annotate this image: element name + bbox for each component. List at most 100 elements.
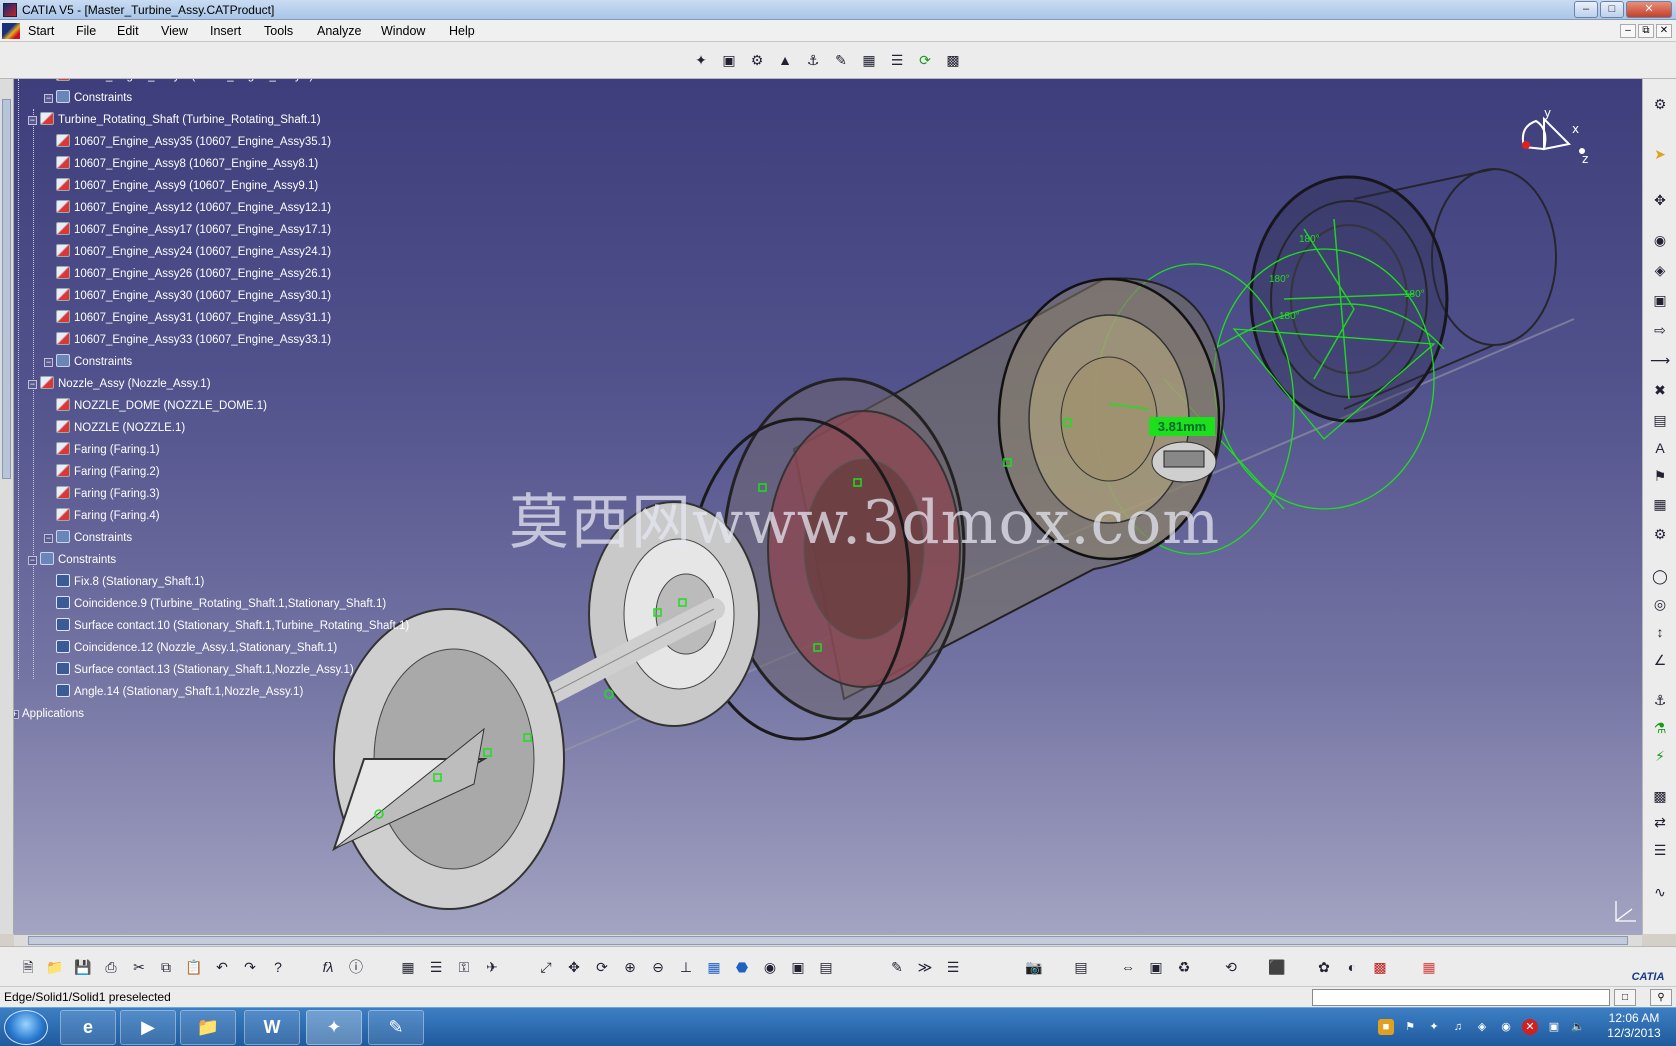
doc-minimize-button[interactable]: – — [1620, 24, 1636, 38]
tree-node[interactable]: 10607_Engine_Assy24 (10607_Engine_Assy24… — [56, 243, 331, 261]
tree-node[interactable]: Constraints — [56, 89, 132, 107]
minimize-button[interactable]: – — [1574, 1, 1598, 18]
tree-node[interactable]: 10607_Engine_Assy17 (10607_Engine_Assy17… — [56, 221, 331, 239]
tree-node[interactable]: 10607_Engine_Assy8 (10607_Engine_Assy8.1… — [56, 155, 318, 173]
doc-close-button[interactable]: ✕ — [1656, 24, 1672, 38]
manipulation-icon[interactable]: ✥ — [1649, 189, 1671, 211]
redo-icon[interactable]: ↷ — [239, 956, 261, 978]
doc-restore-button[interactable]: ⧉ — [1638, 24, 1654, 38]
tree-expander[interactable]: − — [44, 358, 53, 367]
tree-node[interactable]: 10607_Engine_Assy31 (10607_Engine_Assy31… — [56, 309, 331, 327]
tree-node[interactable]: 10607_Engine_Assy26 (10607_Engine_Assy26… — [56, 265, 331, 283]
draw-icon[interactable]: ✎ — [886, 956, 908, 978]
search-icon[interactable]: ⚲ — [1650, 989, 1672, 1006]
snap-icon[interactable]: ◈ — [1649, 259, 1671, 281]
tree-scrollbar[interactable] — [0, 79, 14, 934]
apply-material-icon[interactable]: ⬛ — [1266, 956, 1288, 978]
copy-icon[interactable]: ⧉ — [155, 956, 177, 978]
rotate-icon[interactable]: ⟳ — [591, 956, 613, 978]
menu-insert[interactable]: Insert — [210, 24, 241, 38]
knowledge-icon[interactable]: ⓘ — [345, 956, 367, 978]
tree-expander[interactable]: − — [28, 556, 37, 565]
quick-constraint-icon[interactable]: ⚡ — [1649, 745, 1671, 767]
tree-expander[interactable]: − — [44, 94, 53, 103]
menu-window[interactable]: Window — [381, 24, 425, 38]
menu-edit[interactable]: Edit — [117, 24, 139, 38]
tray-flag-icon[interactable]: ⚑ — [1402, 1019, 1418, 1035]
tree-node[interactable]: Faring (Faring.4) — [56, 507, 160, 525]
hierarchy-icon[interactable]: ☰ — [425, 956, 447, 978]
tray-bluetooth-icon[interactable]: ✦ — [1426, 1019, 1442, 1035]
table-icon[interactable]: ▦ — [397, 956, 419, 978]
tree-node[interactable]: Fix.8 (Stationary_Shaft.1) — [56, 573, 204, 591]
normal-view-icon[interactable]: ⊥ — [675, 956, 697, 978]
tree-expander[interactable]: + — [14, 710, 19, 719]
lock-icon[interactable]: ⚿ — [453, 956, 475, 978]
explode-icon[interactable]: ◉ — [1649, 229, 1671, 251]
whats-this-icon[interactable]: ? — [267, 956, 289, 978]
system-clock[interactable]: 12:06 AM 12/3/2013 — [1600, 1011, 1668, 1041]
move-icon[interactable]: ⟶ — [1649, 349, 1671, 371]
tree-node[interactable]: Faring (Faring.2) — [56, 463, 160, 481]
menu-file[interactable]: File — [76, 24, 96, 38]
sketch-icon[interactable]: ☰ — [942, 956, 964, 978]
hide-show-icon[interactable]: ▣ — [787, 956, 809, 978]
graph-tree-icon[interactable]: ▦ — [858, 49, 880, 71]
tray-security-icon[interactable]: ◈ — [1474, 1019, 1490, 1035]
tree-node[interactable]: 10607_Engine_Assy33 (10607_Engine_Assy33… — [56, 331, 331, 349]
tree-node[interactable]: Coincidence.12 (Nozzle_Assy.1,Stationary… — [56, 639, 337, 657]
smart-move-icon[interactable]: ⇨ — [1649, 319, 1671, 341]
select-arrow-icon[interactable]: ➤ — [1649, 143, 1671, 165]
menu-tools[interactable]: Tools — [264, 24, 293, 38]
tree-node[interactable]: Constraints — [40, 551, 116, 569]
tray-display-icon[interactable]: ▣ — [1546, 1019, 1562, 1035]
fit-all-icon[interactable]: ⤢ — [535, 956, 557, 978]
tree-node[interactable]: Turbine_Rotating_Shaft (Turbine_Rotating… — [40, 111, 321, 129]
cut-icon[interactable]: ✂ — [128, 956, 150, 978]
tree-node[interactable]: 10607_Engine_Assy9 (10607_Engine_Assy9.1… — [56, 177, 318, 195]
tree-node[interactable]: Angle.14 (Stationary_Shaft.1,Nozzle_Assy… — [56, 683, 303, 701]
catia-logo-icon[interactable] — [2, 23, 20, 39]
texture-icon[interactable]: ◐ — [1341, 956, 1363, 978]
change-constraint-icon[interactable]: ⇄ — [1649, 811, 1671, 833]
annotation-icon[interactable]: ≫ — [914, 956, 936, 978]
scrollbar-thumb[interactable] — [28, 936, 1628, 945]
tray-network-icon[interactable]: ◉ — [1498, 1019, 1514, 1035]
coincidence-constraint-icon[interactable]: ◯ — [1649, 565, 1671, 587]
measure-icon[interactable]: ∿ — [1649, 881, 1671, 903]
tray-app-icon[interactable]: ■ — [1378, 1019, 1394, 1035]
zoom-out-icon[interactable]: ⊖ — [647, 956, 669, 978]
menu-start[interactable]: Start — [28, 24, 54, 38]
compass-icon[interactable]: y x z — [1514, 106, 1594, 179]
tree-node[interactable]: 10607_Engine_Assy... (10607_Engine_Assy.… — [56, 79, 313, 85]
explorer-folder-icon[interactable]: 📁 — [180, 1010, 236, 1045]
sectioning-icon[interactable]: ▤ — [1649, 409, 1671, 431]
measure-between-icon[interactable]: ⇔ — [1117, 956, 1139, 978]
close-button[interactable]: ✕ — [1626, 1, 1672, 18]
tree-node[interactable]: NOZZLE_DOME (NOZZLE_DOME.1) — [56, 397, 267, 415]
reuse-pattern-icon[interactable]: ▩ — [1649, 785, 1671, 807]
tray-alert-icon[interactable]: ✕ — [1522, 1019, 1538, 1035]
shading-icon[interactable]: ◉ — [759, 956, 781, 978]
tree-node[interactable]: Surface contact.13 (Stationary_Shaft.1,N… — [56, 661, 354, 679]
tree-node[interactable]: Faring (Faring.1) — [56, 441, 160, 459]
tree-node[interactable]: Nozzle_Assy (Nozzle_Assy.1) — [40, 375, 211, 393]
menu-help[interactable]: Help — [449, 24, 475, 38]
save-icon[interactable]: 💾 — [72, 956, 94, 978]
product-icon[interactable]: ✦ — [690, 49, 712, 71]
print-icon[interactable]: ⎙ — [100, 956, 122, 978]
distance-dimension-label[interactable]: 3.81mm — [1149, 417, 1215, 436]
undo-icon[interactable]: ↶ — [211, 956, 233, 978]
tree-node[interactable]: Coincidence.9 (Turbine_Rotating_Shaft.1,… — [56, 595, 386, 613]
inertia-icon[interactable]: ♻ — [1173, 956, 1195, 978]
bill-of-material-icon[interactable]: ⚙ — [1649, 523, 1671, 545]
media-player-icon[interactable]: ▶ — [120, 1010, 176, 1045]
color-palette-icon[interactable]: ▩ — [1369, 956, 1391, 978]
contact-constraint-icon[interactable]: ◎ — [1649, 593, 1671, 615]
multi-view-icon[interactable]: ▦ — [703, 956, 725, 978]
tree-node[interactable]: 10607_Engine_Assy35 (10607_Engine_Assy35… — [56, 133, 331, 151]
catalog-icon[interactable]: ▦ — [1649, 493, 1671, 515]
gear-icon[interactable]: ⚙ — [1649, 93, 1671, 115]
flexible-subassembly-icon[interactable]: ☰ — [1649, 839, 1671, 861]
fix-together-icon[interactable]: ⚗ — [1649, 717, 1671, 739]
